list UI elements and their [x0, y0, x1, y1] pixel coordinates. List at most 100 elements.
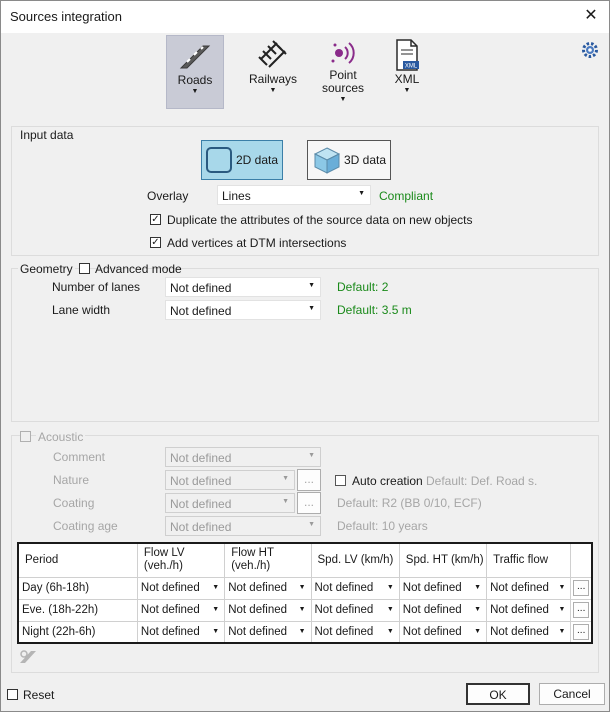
2d-data-label: 2D data — [236, 153, 279, 167]
cell-value: Not defined — [490, 582, 549, 594]
row-more-cell: ... — [570, 620, 593, 644]
chevron-down-icon: ▼ — [282, 475, 289, 482]
input-data-label: Input data — [18, 128, 76, 142]
ribbon-toolbar: Roads ▼ Railways ▼ Point sources ▼ XML X… — [1, 33, 609, 117]
cell-value: Not defined — [228, 604, 288, 616]
spd-lv-select[interactable]: Not defined ▼ — [310, 576, 400, 600]
comment-select[interactable]: Not defined ▼ — [165, 447, 321, 467]
railways-button[interactable]: Railways ▼ — [244, 35, 302, 109]
2d-data-button[interactable]: 2D data — [201, 140, 283, 180]
gear-icon[interactable] — [581, 41, 599, 59]
advanced-mode-label: Advanced mode — [95, 262, 182, 276]
cell-value: Not defined — [140, 582, 200, 594]
chevron-down-icon: ▼ — [558, 606, 566, 613]
lanes-select[interactable]: Not defined ▼ — [165, 277, 321, 297]
period-cell: Day (6h-18h) — [17, 576, 138, 600]
chevron-down-icon: ▼ — [474, 584, 482, 591]
comment-label: Comment — [53, 450, 106, 464]
flow-lv-select[interactable]: Not defined ▼ — [136, 598, 226, 622]
lane-width-select[interactable]: Not defined ▼ — [165, 300, 321, 320]
row-more-button[interactable]: ... — [573, 623, 590, 640]
traffic-table: Period Flow LV (veh./h) Flow HT (veh./h)… — [17, 542, 593, 644]
overlay-status: Compliant — [379, 189, 434, 203]
traffic-flow-select[interactable]: Not defined ▼ — [486, 620, 572, 644]
coating-age-select[interactable]: Not defined ▼ — [165, 516, 321, 536]
reset-checkbox[interactable] — [7, 689, 18, 700]
nature-select[interactable]: Not defined ▼ — [165, 470, 295, 490]
lanes-label: Number of lanes — [52, 280, 141, 294]
period-header: Period — [17, 542, 138, 578]
flow-lv-select[interactable]: Not defined ▼ — [136, 576, 226, 600]
cell-value: Not defined — [314, 604, 374, 616]
chevron-down-icon: ▼ — [386, 584, 394, 591]
flow-ht-select[interactable]: Not defined ▼ — [224, 620, 312, 644]
add-vertices-label: Add vertices at DTM intersections — [167, 236, 347, 250]
nature-label: Nature — [53, 473, 90, 487]
flow-ht-select[interactable]: Not defined ▼ — [224, 598, 312, 622]
coating-select[interactable]: Not defined ▼ — [165, 493, 295, 513]
chevron-down-icon: ▼ — [386, 627, 394, 635]
3d-data-button[interactable]: 3D data — [307, 140, 391, 180]
sources-label: sources — [321, 81, 365, 95]
lanes-default: Default: 2 — [337, 280, 389, 294]
acoustic-label: Acoustic — [36, 430, 86, 444]
traffic-flow-select[interactable]: Not defined ▼ — [486, 598, 572, 622]
svg-text:XML: XML — [405, 64, 418, 70]
xml-label: XML — [394, 72, 420, 86]
chevron-down-icon: ▼ — [308, 452, 315, 459]
overlay-select[interactable]: Lines ▼ — [217, 185, 371, 205]
chevron-down-icon: ▼ — [558, 627, 566, 635]
coating-age-default: Default: 10 years — [337, 519, 428, 533]
coating-default: Default: R2 (BB 0/10, ECF) — [337, 496, 482, 510]
add-vertices-checkbox[interactable]: ✓ — [150, 237, 161, 248]
acoustic-checkbox[interactable] — [20, 431, 31, 442]
chevron-down-icon: ▼ — [212, 584, 220, 591]
xml-button[interactable]: XML XML ▼ — [383, 35, 431, 109]
duplicate-attributes-checkbox[interactable]: ✓ — [150, 214, 161, 225]
flow-ht-header: Flow HT (veh./h) — [224, 542, 312, 578]
railway-icon — [258, 40, 287, 68]
cell-value: Not defined — [402, 625, 462, 638]
square-2d-icon — [206, 147, 232, 173]
coating-more-button[interactable]: ... — [297, 492, 321, 514]
duplicate-attributes-label: Duplicate the attributes of the source d… — [167, 213, 473, 227]
window-title: Sources integration — [10, 9, 123, 24]
nature-more-button[interactable]: ... — [297, 469, 321, 491]
chevron-down-icon: ▼ — [339, 96, 347, 103]
chevron-down-icon: ▼ — [191, 88, 199, 95]
chevron-down-icon: ▼ — [298, 627, 306, 635]
lane-width-value: Not defined — [170, 304, 232, 318]
spd-lv-select[interactable]: Not defined ▼ — [310, 598, 400, 622]
traffic-tool-icon[interactable] — [18, 647, 38, 665]
advanced-mode-checkbox[interactable] — [79, 263, 90, 274]
dialog-body: Input data 2D data 3D data Overlay Lines… — [1, 117, 609, 711]
table-row: Eve. (18h-22h) Not defined ▼ Not defined ▼… — [17, 598, 593, 622]
row-more-button[interactable]: ... — [573, 602, 590, 618]
flow-ht-select[interactable]: Not defined ▼ — [224, 576, 312, 600]
ok-button[interactable]: OK — [466, 683, 530, 705]
auto-creation-checkbox[interactable] — [335, 475, 346, 486]
coating-label: Coating — [53, 496, 95, 510]
spd-ht-select[interactable]: Not defined ▼ — [398, 598, 488, 622]
point-source-icon — [331, 42, 355, 64]
cancel-button[interactable]: Cancel — [539, 683, 605, 705]
cell-value: Not defined — [140, 604, 200, 616]
close-icon[interactable]: ✕ — [581, 6, 601, 26]
cube-3d-icon — [313, 147, 341, 174]
spd-lv-select[interactable]: Not defined ▼ — [310, 620, 400, 644]
roads-button[interactable]: Roads ▼ — [166, 35, 224, 109]
overlay-label: Overlay — [147, 189, 189, 203]
table-row: Night (22h-6h) Not defined ▼ Not defined ▼… — [17, 620, 593, 644]
flow-lv-select[interactable]: Not defined ▼ — [136, 620, 226, 644]
geometry-label: Geometry — [18, 262, 75, 276]
row-more-button[interactable]: ... — [573, 580, 590, 596]
overlay-value: Lines — [222, 189, 251, 203]
cell-value: Not defined — [228, 582, 288, 594]
cell-value: Not defined — [490, 604, 549, 616]
traffic-flow-select[interactable]: Not defined ▼ — [486, 576, 572, 600]
point-sources-button[interactable]: Point sources ▼ — [317, 35, 369, 109]
spd-ht-select[interactable]: Not defined ▼ — [398, 576, 488, 600]
chevron-down-icon: ▼ — [558, 584, 566, 591]
spd-ht-select[interactable]: Not defined ▼ — [398, 620, 488, 644]
chevron-down-icon: ▼ — [308, 521, 315, 528]
